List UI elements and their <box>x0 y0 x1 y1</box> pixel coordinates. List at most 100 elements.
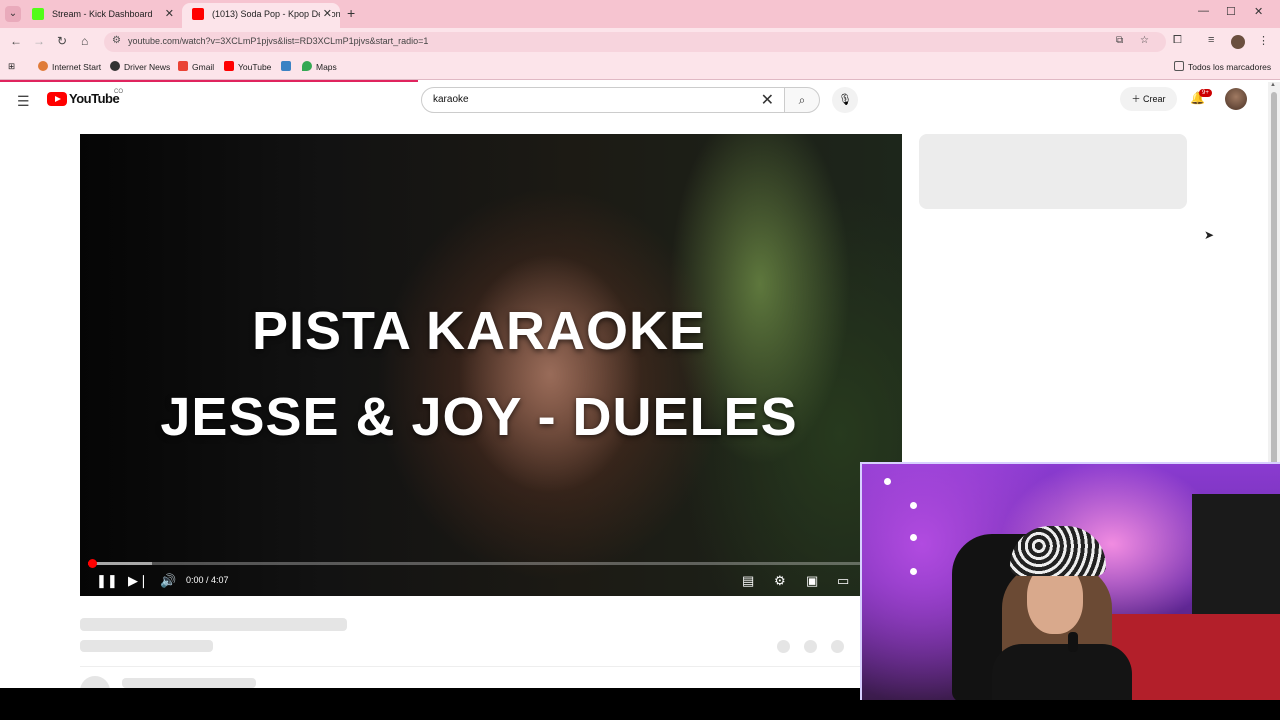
close-tab-icon[interactable]: ✕ <box>165 3 174 25</box>
create-button[interactable]: ＋ Crear <box>1120 87 1177 111</box>
clear-search-icon[interactable]: ✕ <box>761 90 774 110</box>
bookmark-youtube[interactable]: YouTube <box>224 61 271 72</box>
video-frame <box>80 134 902 596</box>
folder-icon <box>1174 61 1184 71</box>
scroll-up-icon[interactable]: ▲ <box>1270 82 1276 88</box>
video-overlay-title-line2: JESSE & JOY - DUELES <box>160 387 798 447</box>
address-bar[interactable]: ⚙ youtube.com/watch?v=3XCLmP1pjvs&list=R… <box>104 32 1166 52</box>
action-skeleton <box>777 640 790 653</box>
subtitles-icon: ▤ <box>742 573 755 588</box>
maximize-button[interactable]: ☐ <box>1226 5 1236 18</box>
bookmark-app[interactable] <box>281 61 295 72</box>
headset-microphone <box>1068 632 1078 652</box>
miniplayer-button[interactable]: ▣ <box>806 573 818 589</box>
search-button[interactable]: ⌕ <box>784 87 820 113</box>
notification-badge: 9+ <box>1199 89 1212 97</box>
app-icon <box>281 61 291 71</box>
close-tab-icon[interactable]: ✕ <box>319 3 332 25</box>
media-controls-icon[interactable]: ≡ <box>1208 34 1214 46</box>
forward-icon[interactable]: → <box>33 34 45 48</box>
back-icon[interactable]: ← <box>10 34 22 48</box>
extensions-icon[interactable]: ⧠ <box>1173 34 1182 47</box>
youtube-wordmark: YouTube <box>69 91 120 106</box>
title-skeleton <box>80 618 347 631</box>
gmail-icon <box>178 61 188 71</box>
bookmarks-bar: ⊞ Internet Start Driver News Gmail YouTu… <box>0 56 1280 80</box>
bookmark-star-icon[interactable]: ☆ <box>1140 35 1149 46</box>
tab-youtube[interactable]: (1013) Soda Pop - Kpop Demon ✕ <box>182 3 340 28</box>
tab-strip: ⌄ Stream - Kick Dashboard ✕ (1013) Soda … <box>0 0 1280 28</box>
avatar-skeleton <box>80 676 110 688</box>
menu-icon[interactable]: ☰ <box>17 93 30 110</box>
pause-icon: ❚❚ <box>96 573 118 588</box>
buffered-progress <box>88 562 153 565</box>
search-icon: ⌕ <box>798 93 806 107</box>
sidebar-skeleton <box>919 134 1187 209</box>
video-overlay-title-line1: PISTA KARAOKE <box>251 301 707 361</box>
tab-search-icon[interactable]: ⌄ <box>5 6 21 22</box>
next-button[interactable]: ▶❘ <box>128 573 149 589</box>
vanity-light <box>910 502 917 509</box>
site-info-icon[interactable]: ⚙ <box>112 35 121 46</box>
microphone-icon: 🎙 <box>838 94 852 106</box>
volume-button[interactable]: 🔊 <box>160 573 176 589</box>
youtube-header: ☰ YouTube CO karaoke ✕ ⌕ 🎙 ＋ Crear 🔔 9+ <box>0 82 1268 118</box>
subtitles-button[interactable]: ▤ <box>742 573 754 589</box>
seek-bar[interactable] <box>88 559 894 568</box>
kick-favicon-icon <box>32 8 44 20</box>
apps-grid-icon[interactable]: ⊞ <box>8 61 15 72</box>
theater-icon: ▭ <box>837 573 850 588</box>
all-bookmarks-folder[interactable]: Todos los marcadores <box>1174 61 1271 72</box>
next-icon: ▶❘ <box>128 573 149 588</box>
gear-icon: ⚙ <box>774 573 786 588</box>
video-player[interactable]: PISTA KARAOKE JESSE & JOY - DUELES ❚❚ ▶❘… <box>80 134 902 596</box>
streamer-bandana <box>1010 526 1106 576</box>
mouse-cursor-icon: ➤ <box>1204 228 1215 242</box>
bookmark-maps[interactable]: Maps <box>302 61 337 72</box>
account-avatar[interactable] <box>1225 88 1247 110</box>
bookmark-label: YouTube <box>238 62 272 72</box>
browser-toolbar: ← → ↻ ⌂ ⚙ youtube.com/watch?v=3XCLmP1pjv… <box>0 28 1280 56</box>
vanity-light <box>884 478 891 485</box>
pause-button[interactable]: ❚❚ <box>96 573 118 589</box>
country-code: CO <box>114 89 123 95</box>
youtube-play-icon <box>47 92 67 106</box>
url-text: youtube.com/watch?v=3XCLmP1pjvs&list=RD3… <box>128 36 429 46</box>
youtube-icon <box>224 61 234 71</box>
reload-icon[interactable]: ↻ <box>57 34 67 48</box>
bookmark-label: Gmail <box>192 62 215 72</box>
profile-avatar[interactable] <box>1231 35 1245 49</box>
bookmark-gmail[interactable]: Gmail <box>178 61 214 72</box>
headboard <box>1192 494 1280 624</box>
youtube-favicon-icon <box>192 8 204 20</box>
minimize-button[interactable]: — <box>1198 5 1209 17</box>
settings-button[interactable]: ⚙ <box>774 573 786 589</box>
bookmark-label: Internet Start <box>52 62 102 72</box>
action-skeleton <box>804 640 817 653</box>
bookmark-driver-news[interactable]: Driver News <box>110 61 170 72</box>
search-input[interactable]: karaoke ✕ <box>421 87 785 113</box>
maps-icon <box>302 61 312 71</box>
time-display: 0:00 / 4:07 <box>186 575 229 585</box>
miniplayer-icon: ▣ <box>806 573 819 588</box>
theater-mode-button[interactable]: ▭ <box>837 573 849 589</box>
install-app-icon[interactable]: ⧉ <box>1116 35 1123 46</box>
new-tab-button[interactable]: + <box>347 5 355 21</box>
scrollbar-thumb[interactable] <box>1271 92 1277 472</box>
search-query: karaoke <box>433 94 469 105</box>
vanity-light <box>910 534 917 541</box>
close-window-button[interactable]: ✕ <box>1254 5 1263 18</box>
streamer-body <box>992 644 1132 700</box>
home-icon[interactable]: ⌂ <box>81 34 88 48</box>
news-icon <box>110 61 120 71</box>
plus-icon: ＋ <box>1131 94 1143 104</box>
tab-kick-dashboard[interactable]: Stream - Kick Dashboard ✕ <box>22 3 182 28</box>
bookmark-internet-start[interactable]: Internet Start <box>38 61 101 72</box>
bed <box>1112 614 1280 700</box>
content-divider <box>80 666 902 667</box>
more-menu-icon[interactable]: ⋮ <box>1258 34 1269 47</box>
volume-icon: 🔊 <box>160 573 177 588</box>
voice-search-button[interactable]: 🎙 <box>832 87 858 113</box>
bookmark-label: Driver News <box>124 62 171 72</box>
seek-handle[interactable] <box>88 559 98 568</box>
